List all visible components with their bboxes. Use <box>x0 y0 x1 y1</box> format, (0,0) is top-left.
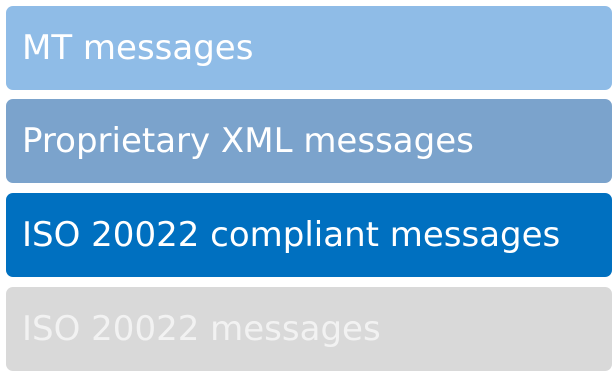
layer-proprietary-xml-messages-label: Proprietary XML messages <box>22 121 474 161</box>
layer-iso-20022-messages-label: ISO 20022 messages <box>22 309 381 349</box>
layer-mt-messages-label: MT messages <box>22 28 254 68</box>
layer-iso-20022-compliant-messages-label: ISO 20022 compliant messages <box>22 215 561 255</box>
layer-proprietary-xml-messages: Proprietary XML messages <box>6 99 612 183</box>
layer-mt-messages: MT messages <box>6 6 612 90</box>
layer-iso-20022-compliant-messages: ISO 20022 compliant messages <box>6 193 612 277</box>
layer-iso-20022-messages: ISO 20022 messages <box>6 287 612 371</box>
